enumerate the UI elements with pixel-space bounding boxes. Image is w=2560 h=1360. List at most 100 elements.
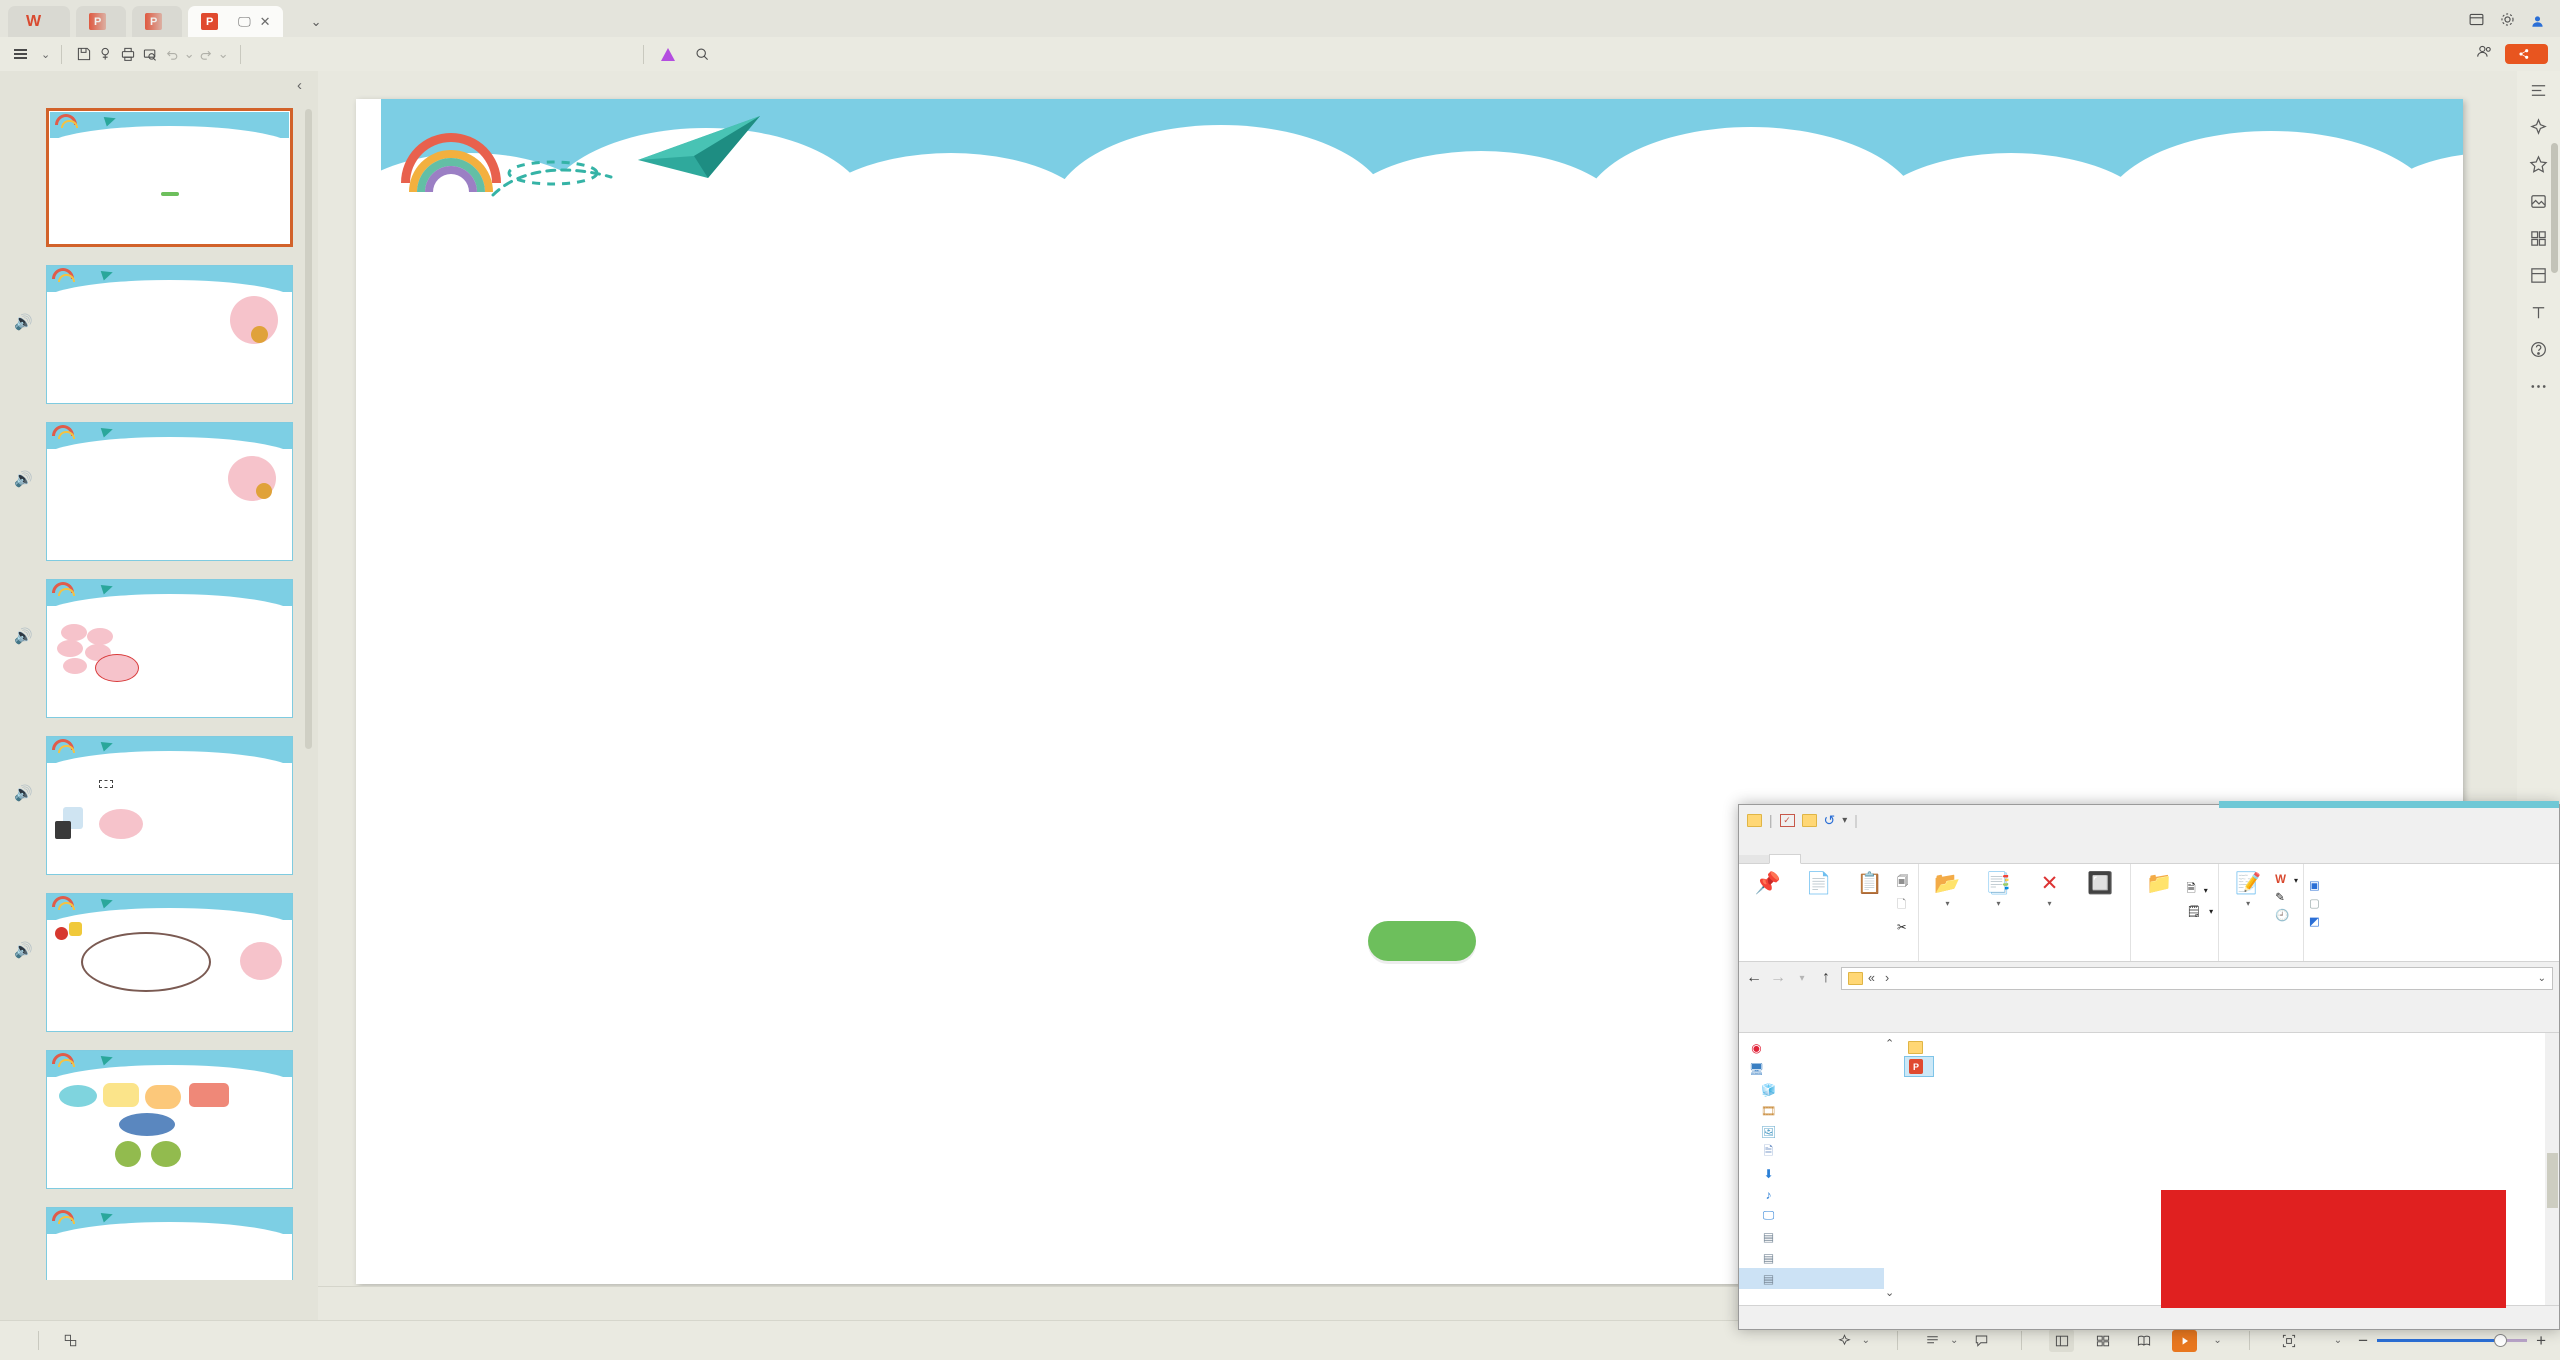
canvas-vertical-scrollbar[interactable]	[2551, 143, 2558, 273]
layout-icon[interactable]	[2529, 266, 2549, 286]
image-gallery-icon[interactable]	[2529, 192, 2549, 212]
add-slide-button[interactable]	[146, 1288, 172, 1314]
more-options-icon[interactable]	[2529, 377, 2549, 397]
file-list-scrollbar[interactable]	[2545, 1033, 2559, 1305]
new-folder-button[interactable]: 📁	[2136, 869, 2184, 899]
zoom-in-button[interactable]: +	[2536, 1331, 2546, 1351]
ribbon-tab-slideshow[interactable]	[428, 49, 462, 59]
close-tab-icon[interactable]: ✕	[260, 14, 271, 30]
slide-sorter-view-button[interactable]	[2090, 1329, 2115, 1352]
copy-path-button[interactable]: 🗐	[1897, 874, 1913, 893]
present-monitor-icon[interactable]: 🖵	[238, 14, 251, 30]
sidebar-item-this-pc[interactable]: 🖥	[1739, 1058, 1884, 1079]
zoom-slider-knob[interactable]	[2494, 1334, 2508, 1347]
sidebar-item-documents[interactable]: 🗎	[1739, 1142, 1884, 1163]
delete-button[interactable]: ✕ ▾	[2026, 869, 2074, 909]
undo-icon[interactable]: ↺	[1824, 812, 1836, 829]
sidebar-item-music[interactable]: ♪	[1739, 1184, 1884, 1205]
ribbon-tab-animation[interactable]	[394, 49, 428, 59]
format-panel-icon[interactable]	[2529, 81, 2549, 101]
sidebar-item-drive-c[interactable]: ▤	[1739, 1226, 1884, 1247]
document-tab-3[interactable]: P 🖵 ✕	[188, 6, 283, 37]
search-icon[interactable]	[691, 43, 713, 65]
sidebar-item-downloads[interactable]: ⬇	[1739, 1163, 1884, 1184]
thumbnail-item-1[interactable]	[0, 108, 318, 247]
favorites-star-icon[interactable]	[2529, 155, 2549, 175]
chevron-down-icon[interactable]: ⌄	[1885, 1286, 1894, 1299]
start-slideshow-button[interactable]	[2172, 1329, 2198, 1352]
resources-icon[interactable]	[2529, 229, 2549, 249]
ribbon-tab-member[interactable]	[564, 49, 598, 59]
sidebar-item-douyin[interactable]: ◉	[1739, 1037, 1884, 1058]
redo-icon[interactable]	[195, 43, 217, 65]
thumbnail-item-6[interactable]: 🔊	[0, 893, 318, 1032]
up-icon[interactable]: ↑	[1817, 969, 1835, 987]
rename-button[interactable]: 🔲	[2077, 869, 2125, 899]
select-all-button[interactable]: ▣	[2309, 878, 2324, 892]
explorer-splitter[interactable]: ⌃ ⌄	[1884, 1033, 1898, 1305]
collapse-panel-icon[interactable]: ‹	[297, 77, 302, 94]
explorer-title-bar[interactable]: | ✓ ↺ ▾ |	[1739, 805, 2559, 836]
sidebar-item-drive-e[interactable]: ▤	[1739, 1268, 1884, 1289]
thumbnail-canvas[interactable]	[46, 265, 293, 404]
sidebar-item-pictures[interactable]: 🖼	[1739, 1121, 1884, 1142]
pin-to-quick-access-button[interactable]: 📌	[1744, 869, 1792, 899]
wps-office-home-tab[interactable]: W	[8, 6, 71, 37]
thumbnail-canvas[interactable]	[46, 1050, 293, 1189]
collaborate-icon[interactable]	[2476, 43, 2493, 64]
properties-button[interactable]: 📝 ▾	[2224, 869, 2272, 909]
ribbon-tab-design[interactable]	[326, 49, 360, 59]
search-replace-icon[interactable]	[95, 43, 117, 65]
thumbnail-item-7[interactable]	[0, 1050, 318, 1189]
backup-cloud-icon[interactable]	[2468, 11, 2485, 32]
address-dropdown-icon[interactable]: ⌄	[2538, 973, 2546, 984]
chevron-up-icon[interactable]: ⌃	[1885, 1037, 1894, 1050]
wps-ai-button[interactable]	[661, 47, 681, 61]
file-item-folder[interactable]	[1904, 1039, 1933, 1056]
explorer-tab-file[interactable]	[1739, 855, 1769, 863]
quick-access-dropdown-icon[interactable]: ⌄	[217, 43, 229, 65]
forward-icon[interactable]: →	[1769, 969, 1787, 987]
print-icon[interactable]	[117, 43, 139, 65]
print-preview-icon[interactable]	[139, 43, 161, 65]
undo-dropdown-icon[interactable]: ⌄	[183, 43, 195, 65]
back-icon[interactable]: ←	[1745, 969, 1763, 987]
explorer-tab-home[interactable]	[1769, 854, 1801, 864]
file-item-pptx[interactable]: P	[1904, 1056, 1934, 1077]
copy-button[interactable]: 📄	[1795, 869, 1843, 899]
help-icon[interactable]	[2529, 340, 2549, 360]
thumbnail-item-8[interactable]	[0, 1207, 318, 1280]
sidebar-item-videos[interactable]: 🎞	[1739, 1100, 1884, 1121]
file-menu-button[interactable]: ⌄	[14, 48, 50, 61]
save-icon[interactable]	[73, 43, 95, 65]
ribbon-tab-tools[interactable]	[530, 49, 564, 59]
thumbnail-canvas[interactable]	[46, 579, 293, 718]
thumbnail-canvas[interactable]	[46, 893, 293, 1032]
chevron-down-icon[interactable]: ▾	[2047, 899, 2051, 909]
thumbnail-canvas[interactable]	[46, 108, 293, 247]
cut-button[interactable]: ✂	[1897, 920, 1913, 934]
chevron-down-icon[interactable]: ▾	[1945, 899, 1949, 909]
text-style-icon[interactable]	[2529, 303, 2549, 323]
copy-to-button[interactable]: 📑 ▾	[1975, 869, 2023, 909]
explorer-tab-view[interactable]	[1831, 855, 1861, 863]
sidebar-item-desktop[interactable]: 🖵	[1739, 1205, 1884, 1226]
chevron-down-icon[interactable]: ▾	[1996, 899, 2000, 909]
open-button[interactable]: W ▾	[2275, 874, 2298, 886]
invert-selection-button[interactable]: ◩	[2309, 914, 2324, 928]
paste-button[interactable]: 📋	[1846, 869, 1894, 899]
ai-assistant-icon[interactable]	[2529, 118, 2549, 138]
thumbnail-scrollbar[interactable]	[305, 109, 312, 749]
reading-view-button[interactable]	[2131, 1329, 2156, 1352]
slide-publisher-pill[interactable]	[1368, 921, 1476, 961]
undo-icon[interactable]	[161, 43, 183, 65]
ribbon-tab-insert[interactable]	[292, 49, 326, 59]
document-tab-2[interactable]: P	[132, 6, 183, 37]
thumbnail-canvas[interactable]	[46, 1207, 293, 1280]
zoom-slider[interactable]: − +	[2358, 1331, 2546, 1351]
select-none-button[interactable]: ▢	[2309, 896, 2324, 910]
smart-beautify-button[interactable]: ⌄	[1837, 1333, 1870, 1348]
edit-button[interactable]: ✎	[2275, 890, 2298, 904]
login-button[interactable]	[2530, 14, 2550, 29]
tab-list-chevron-icon[interactable]: ⌄	[311, 14, 322, 30]
